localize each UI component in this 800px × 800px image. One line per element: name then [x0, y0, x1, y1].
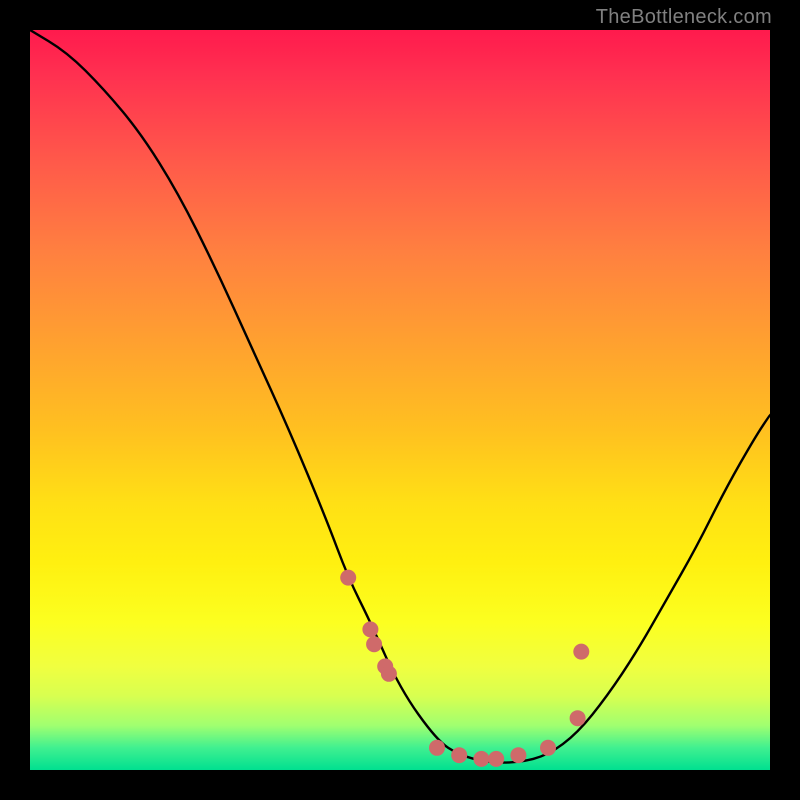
scatter-point	[573, 644, 589, 660]
scatter-point	[366, 636, 382, 652]
scatter-point	[473, 751, 489, 767]
watermark-text: TheBottleneck.com	[596, 6, 772, 29]
scatter-point	[362, 621, 378, 637]
scatter-point	[510, 747, 526, 763]
scatter-point	[451, 747, 467, 763]
scatter-point	[381, 666, 397, 682]
chart-container: TheBottleneck.com	[0, 0, 800, 800]
plot-area	[30, 30, 770, 770]
scatter-point	[570, 710, 586, 726]
scatter-point	[340, 570, 356, 586]
bottleneck-curve	[30, 30, 770, 763]
scatter-point	[540, 740, 556, 756]
scatter-points	[340, 570, 589, 767]
chart-svg	[30, 30, 770, 770]
scatter-point	[488, 751, 504, 767]
scatter-point	[429, 740, 445, 756]
